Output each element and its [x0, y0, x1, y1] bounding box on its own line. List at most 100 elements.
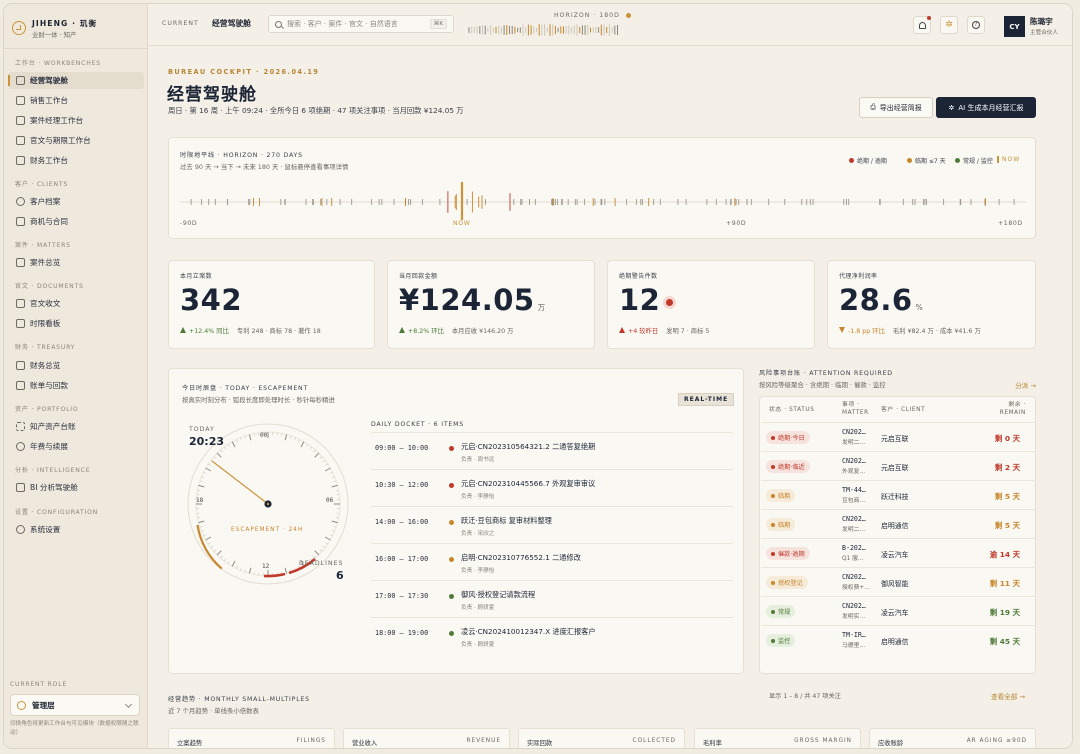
sidebar-item-label: 官文收文	[30, 299, 61, 308]
sidebar-item-label: 客户档案	[30, 197, 61, 206]
matter-desc: 外观复…	[842, 469, 866, 475]
now-marker-icon	[997, 156, 999, 163]
sidebar-item-renewals[interactable]: 年费与续展	[8, 438, 144, 455]
ai-assistant-button[interactable]: ✲	[940, 16, 958, 34]
alert-dot-icon	[666, 298, 674, 306]
sidebar-item-deadlines-workbench[interactable]: 官文与期限工作台	[8, 132, 144, 149]
column-header-matter: 事项 · MATTER	[842, 402, 869, 416]
mini-horizon-strip[interactable]	[468, 24, 620, 36]
sidebar-item-sales[interactable]: 销售工作台	[8, 92, 144, 109]
docket-title: 元启·CN202310445566.7 外观复审审议	[461, 479, 596, 488]
table-row[interactable]: 常规 CN202… 发明实… 凌云汽车 剩 19 天	[761, 596, 1036, 625]
table-row[interactable]: 监控 TM-IR… 马德里… 启明通信 剩 45 天	[761, 625, 1036, 654]
sidebar-item-finance-workbench[interactable]: 财务工作台	[8, 152, 144, 169]
dial-tick	[231, 441, 236, 448]
dial-tick	[216, 452, 222, 458]
avatar[interactable]: CY	[1004, 16, 1025, 37]
kpi-card-margin[interactable]: 代理净利润率 28.6% -1.8 pp 环比 毛利 ¥82.4 万 · 成本 ¥…	[827, 260, 1036, 349]
client-name: 跃迁科技	[881, 493, 909, 501]
sidebar-item-bi[interactable]: BI 分析驾驶舱	[8, 479, 144, 496]
docket-row[interactable]: 16:00 — 17:00 启明·CN202310776552.1 二通修改 负责 …	[371, 543, 733, 580]
dial-tick	[240, 437, 242, 441]
trend-card-collected[interactable]: 实际回款 COLLECTED	[518, 728, 685, 748]
matter-desc: 发明二…	[842, 440, 866, 446]
sidebar-item-case-manager[interactable]: 案件经理工作台	[8, 112, 144, 129]
trend-card-revenue[interactable]: 营业收入 REVENUE	[343, 728, 510, 748]
docket-row[interactable]: 14:00 — 16:00 跃迁·豆包商标 复审材料整理 负责 · 宋欣之	[371, 506, 733, 543]
sidebar-item-dashboard[interactable]: 经营驾驶舱	[8, 72, 144, 89]
view-all-link[interactable]: 查看全部 →	[991, 691, 1025, 701]
brand[interactable]: JIHENG · 玑衡 业财一体 · 知产	[12, 14, 97, 42]
role-select[interactable]: 管理层	[10, 694, 140, 716]
docket-row[interactable]: 17:00 — 17:30 御风·授权登记请款流程 负责 · 顾妍夏	[371, 580, 733, 617]
dial-tick	[248, 567, 252, 574]
folder-icon	[16, 116, 25, 125]
status-badge: 绝期·今日	[766, 431, 810, 444]
sidebar-item-inbox[interactable]: 官文收文	[8, 295, 144, 312]
dial-tick	[331, 530, 335, 532]
status-dot	[449, 631, 454, 636]
dial-tick	[223, 558, 227, 562]
sidebar-item-settings[interactable]: 系统设置	[8, 521, 144, 538]
trend-card-ar-aging[interactable]: 应收账龄 AR AGING ≥90D	[869, 728, 1036, 748]
kpi-detail: 毛利 ¥82.4 万 · 成本 ¥41.6 万	[892, 328, 981, 335]
kpi-number: 12	[619, 283, 661, 317]
sidebar-item-clients[interactable]: 客户档案	[8, 193, 144, 210]
table-row[interactable]: 绝期·今日 CN202… 发明二… 元启互联 剩 0 天	[761, 422, 1036, 451]
legend-overdue: 绝期 / 逾期	[849, 156, 887, 165]
kpi-label: 绝期警告件数	[619, 273, 658, 280]
matter-desc: 豆包商…	[842, 498, 866, 504]
arrow-down-icon	[839, 327, 845, 333]
status-dot	[771, 580, 775, 585]
sidebar-item-treasury[interactable]: 财务总览	[8, 357, 144, 374]
table-row[interactable]: 催款·逾期 B-202… Q1 服… 凌云汽车 逾 14 天	[761, 538, 1036, 567]
notifications-button[interactable]	[913, 16, 931, 34]
matter-desc: 马德里…	[842, 643, 866, 649]
status-dot	[771, 551, 775, 556]
breadcrumb-current[interactable]: 经营驾驶舱	[212, 18, 251, 29]
dial-tick	[207, 463, 211, 466]
help-button[interactable]: ?	[967, 16, 985, 34]
dial-tick	[220, 449, 223, 453]
docket-row[interactable]: 18:00 — 19:00 凌云·CN202410012347.X 进度汇报客户负…	[371, 617, 733, 654]
kpi-detail: 专利 248 · 商标 78 · 著作 18	[236, 328, 321, 335]
user-name: 陈璐宇	[1030, 17, 1053, 26]
table-row[interactable]: 临期 CN202… 发明二… 启明通信 剩 5 天	[761, 509, 1036, 538]
table-row[interactable]: 临期 TM-44… 豆包商… 跃迁科技 剩 5 天	[761, 480, 1036, 509]
sidebar-item-contracts[interactable]: 商机与合同	[8, 213, 144, 230]
kpi-card-deadlines[interactable]: 绝期警告件数 12 +4 较昨日 发明 7 · 商标 5	[607, 260, 815, 349]
dial-tick	[329, 471, 333, 474]
dial-tick	[213, 549, 217, 552]
kpi-delta: +8.2% 环比	[408, 328, 444, 335]
export-button[interactable]: ⎙ 导出经营简报	[859, 97, 933, 118]
arrow-up-icon	[399, 327, 405, 333]
sidebar-item-billing[interactable]: 账单与回款	[8, 377, 144, 394]
dial-tick	[223, 446, 227, 450]
table-row[interactable]: 授权登记 CN202… 授权费+… 御风智能 剩 11 天	[761, 567, 1036, 596]
matter-id: CN202…	[842, 602, 866, 610]
status-badge: 绝期·临近	[766, 460, 810, 473]
search-input[interactable]: 搜索 · 客户 · 案件 · 官文 · 自然语言 ⌘K	[268, 15, 454, 33]
inbox-icon	[16, 299, 25, 308]
sidebar-item-deadline-board[interactable]: 时限看板	[8, 315, 144, 332]
status-dot-icon	[625, 12, 631, 18]
kpi-card-collected[interactable]: 当月回款金额 ¥124.05 万 +8.2% 环比 本月应收 ¥146.20 万	[387, 260, 595, 349]
table-row[interactable]: 绝期·临近 CN202… 外观复… 元启互联 剩 2 天	[761, 451, 1036, 480]
sidebar-item-portfolio[interactable]: 知产资产台账	[8, 418, 144, 435]
dial-tick	[244, 569, 247, 573]
trend-card-margin[interactable]: 毛利率 GROSS MARGIN	[694, 728, 861, 748]
status-badge: 常规	[766, 605, 796, 618]
sidebar-item-matters[interactable]: 案件总览	[8, 254, 144, 271]
horizon-timeline[interactable]	[180, 182, 1026, 230]
ai-report-button[interactable]: ✲ AI 生成本月经营汇报	[936, 97, 1036, 118]
export-label: 导出经营简报	[879, 103, 922, 112]
kpi-card-filings[interactable]: 本月立案数 342 +12.4% 同比 专利 248 · 商标 78 · 著作 1…	[168, 260, 375, 349]
docket-owner: 负责 · 周书远	[461, 457, 495, 463]
axis-label-now: NOW	[453, 220, 471, 227]
trend-card-filings[interactable]: 立案趋势 FILINGS	[168, 728, 335, 748]
assign-link[interactable]: 分派 →	[1015, 380, 1036, 390]
docket-row[interactable]: 10:30 — 12:00 元启·CN202310445566.7 外观复审审议负…	[371, 469, 733, 506]
docket-row[interactable]: 09:00 — 10:00 元启·CN202310564321.2 二通答复绝期负…	[371, 432, 733, 469]
dial-tick	[298, 439, 301, 443]
dial-tick	[335, 489, 339, 491]
